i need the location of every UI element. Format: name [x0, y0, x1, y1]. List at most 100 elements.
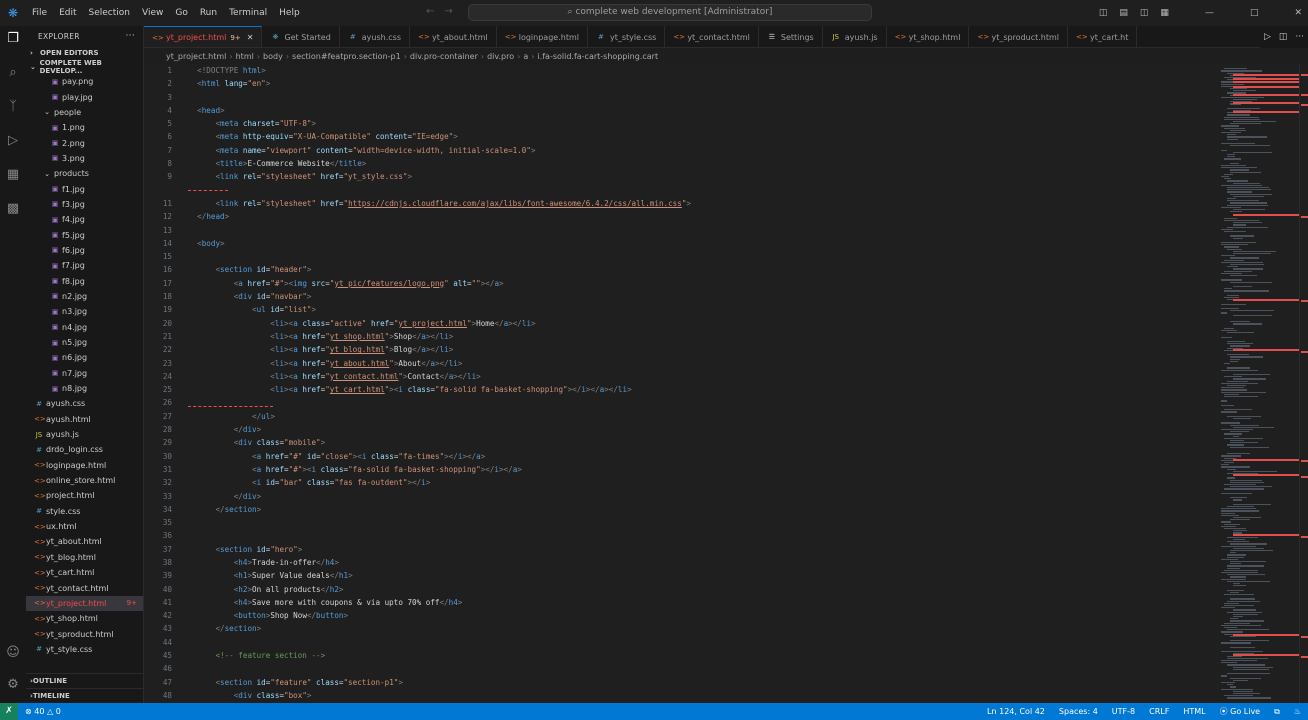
file-item[interactable]: <> online_store.html	[26, 473, 143, 488]
code-line[interactable]: <li><a class="active" href="yt_project.h…	[188, 317, 691, 330]
menu-run[interactable]: Run	[194, 8, 223, 18]
file-item[interactable]: ▣ 2.png	[26, 135, 143, 150]
code-line[interactable]: </section>	[188, 503, 691, 516]
file-item[interactable]: ▣ n6.jpg	[26, 350, 143, 365]
maximize-button[interactable]: □	[1244, 8, 1265, 18]
code-line[interactable]: <!DOCTYPE html>	[188, 64, 691, 77]
cursor-position[interactable]: Ln 124, Col 42	[980, 707, 1052, 716]
file-item[interactable]: ▣ play.jpg	[26, 89, 143, 104]
code-line[interactable]: <html lang="en">	[188, 77, 691, 90]
file-item[interactable]: # ayush.css	[26, 396, 143, 411]
code-line[interactable]: <li><a href="yt_blog.html">Blog</a></li>	[188, 343, 691, 356]
code-line[interactable]: <li><a href="yt_cart.html"><i class="fa-…	[188, 383, 691, 396]
split-editor-icon[interactable]: ◫	[1275, 32, 1292, 42]
manage-gear-icon[interactable]: ⚙	[4, 676, 22, 694]
share-icon[interactable]: ⧉	[1267, 707, 1287, 717]
breadcrumb-item[interactable]: body	[263, 52, 283, 61]
tab-ayush-css[interactable]: # ayush.css	[340, 26, 411, 47]
extensions-icon[interactable]: ▦	[4, 166, 22, 184]
minimap[interactable]	[1219, 64, 1299, 703]
file-item[interactable]: JS ayush.js	[26, 427, 143, 442]
code-line[interactable]	[188, 396, 691, 409]
encoding[interactable]: UTF-8	[1105, 707, 1142, 716]
code-line[interactable]: </div>	[188, 423, 691, 436]
code-line[interactable]: <h2>On all products</h2>	[188, 583, 691, 596]
file-item[interactable]: <> yt_about.html	[26, 534, 143, 549]
file-item[interactable]: # style.css	[26, 504, 143, 519]
file-item[interactable]: ▣ f8.jpg	[26, 273, 143, 288]
tab-yt-sproduct-html[interactable]: <> yt_sproduct.html	[969, 26, 1069, 47]
code-line[interactable]: <button>Shop Now</button>	[188, 609, 691, 622]
code-line[interactable]: <meta name="viewport" content="width=dev…	[188, 144, 691, 157]
file-item[interactable]: ▣ n7.jpg	[26, 366, 143, 381]
search-icon[interactable]: ⌕	[4, 64, 22, 82]
close-window-button[interactable]: ✕	[1288, 8, 1308, 18]
code-line[interactable]: </ul>	[188, 410, 691, 423]
file-item[interactable]: ▣ f3.jpg	[26, 197, 143, 212]
code-line[interactable]	[188, 184, 691, 197]
code-line[interactable]: <h4>Save more with coupons & via upto 70…	[188, 596, 691, 609]
code-line[interactable]: <li><a href="yt_shop.html">Shop</a></li>	[188, 330, 691, 343]
code-line[interactable]: <div id="navbar">	[188, 290, 691, 303]
file-item[interactable]: ▣ 1.png	[26, 120, 143, 135]
toggle-panel-icon[interactable]: ▤	[1113, 8, 1134, 18]
code-line[interactable]: <a href="#" id="close"><i class="fa-time…	[188, 450, 691, 463]
code-line[interactable]: <meta charset="UTF-8">	[188, 117, 691, 130]
file-item[interactable]: <> yt_sproduct.html	[26, 626, 143, 641]
file-item[interactable]: ▣ n2.jpg	[26, 289, 143, 304]
code-line[interactable]	[188, 636, 691, 649]
code-line[interactable]: <link rel="stylesheet" href="https://cdn…	[188, 197, 691, 210]
file-item[interactable]: ▣ n8.jpg	[26, 381, 143, 396]
file-item[interactable]: <> yt_contact.html	[26, 580, 143, 595]
vertical-scrollbar[interactable]	[1299, 64, 1308, 703]
code-line[interactable]: </section>	[188, 622, 691, 635]
code-line[interactable]: <h1>Super Value deals</h1>	[188, 569, 691, 582]
code-line[interactable]: <body>	[188, 237, 691, 250]
file-item[interactable]: ▣ pay.png	[26, 74, 143, 89]
code-line[interactable]	[188, 516, 691, 529]
code-line[interactable]: <li><a href="yt_about.html">About</a></l…	[188, 357, 691, 370]
tab-settings[interactable]: ☰ Settings	[759, 26, 823, 47]
code-line[interactable]: <section id="hero">	[188, 543, 691, 556]
file-item[interactable]: ▣ n3.jpg	[26, 304, 143, 319]
breadcrumb-item[interactable]: html	[236, 52, 254, 61]
minimize-button[interactable]: —	[1199, 8, 1220, 18]
remote-explorer-icon[interactable]: ▩	[4, 200, 22, 218]
tab-yt-about-html[interactable]: <> yt_about.html	[410, 26, 497, 47]
go-live-button[interactable]: ⦿ Go Live	[1213, 706, 1268, 717]
menu-help[interactable]: Help	[273, 8, 306, 18]
tab-yt-shop-html[interactable]: <> yt_shop.html	[887, 26, 970, 47]
code-lines[interactable]: <!DOCTYPE html> <html lang="en"> <head> …	[188, 64, 691, 702]
file-item[interactable]: ▣ n4.jpg	[26, 320, 143, 335]
line-endings[interactable]: CRLF	[1142, 707, 1176, 716]
breadcrumb-item[interactable]: section#featpro.section-p1	[292, 52, 401, 61]
problems-indicator[interactable]: ⊗ 40 △ 0	[18, 707, 68, 716]
file-item[interactable]: <> yt_project.html 9+	[26, 595, 143, 612]
tab-yt-style-css[interactable]: # yt_style.css	[588, 26, 666, 47]
code-line[interactable]: <i id="bar" class="fas fa-outdent"></i>	[188, 476, 691, 489]
more-actions-icon[interactable]: ···	[126, 31, 135, 41]
code-line[interactable]: <!-- feature section -->	[188, 649, 691, 662]
folder-item[interactable]: ⌄ products	[26, 166, 143, 181]
run-debug-icon[interactable]: ▷	[4, 132, 22, 150]
timeline-section[interactable]: › TIMELINE	[26, 688, 143, 702]
menu-view[interactable]: View	[136, 8, 169, 18]
menu-go[interactable]: Go	[169, 8, 193, 18]
code-line[interactable]: <a href="#"><i class="fa-solid fa-basket…	[188, 463, 691, 476]
breadcrumb-item[interactable]: yt_project.html	[166, 52, 226, 61]
notifications-bell-icon[interactable]: ♨	[1287, 707, 1308, 716]
code-line[interactable]	[188, 250, 691, 263]
tab-yt-cart-ht[interactable]: <> yt_cart.ht	[1068, 26, 1138, 47]
close-icon[interactable]: ✕	[247, 33, 254, 42]
code-line[interactable]: <div class="box">	[188, 689, 691, 702]
tab-yt-project-html[interactable]: <> yt_project.html 9+ ✕	[144, 26, 263, 47]
run-icon[interactable]: ▷	[1260, 32, 1275, 42]
file-item[interactable]: <> yt_cart.html	[26, 565, 143, 580]
code-line[interactable]: <title>E-Commerce Website</title>	[188, 157, 691, 170]
account-icon[interactable]: ☺	[4, 644, 22, 662]
tab-ayush-js[interactable]: JS ayush.js	[823, 26, 887, 47]
file-item[interactable]: ▣ f5.jpg	[26, 227, 143, 242]
menu-edit[interactable]: Edit	[53, 8, 82, 18]
command-center[interactable]: ⌕ complete web development [Administrato…	[468, 4, 872, 21]
file-item[interactable]: ▣ f4.jpg	[26, 212, 143, 227]
